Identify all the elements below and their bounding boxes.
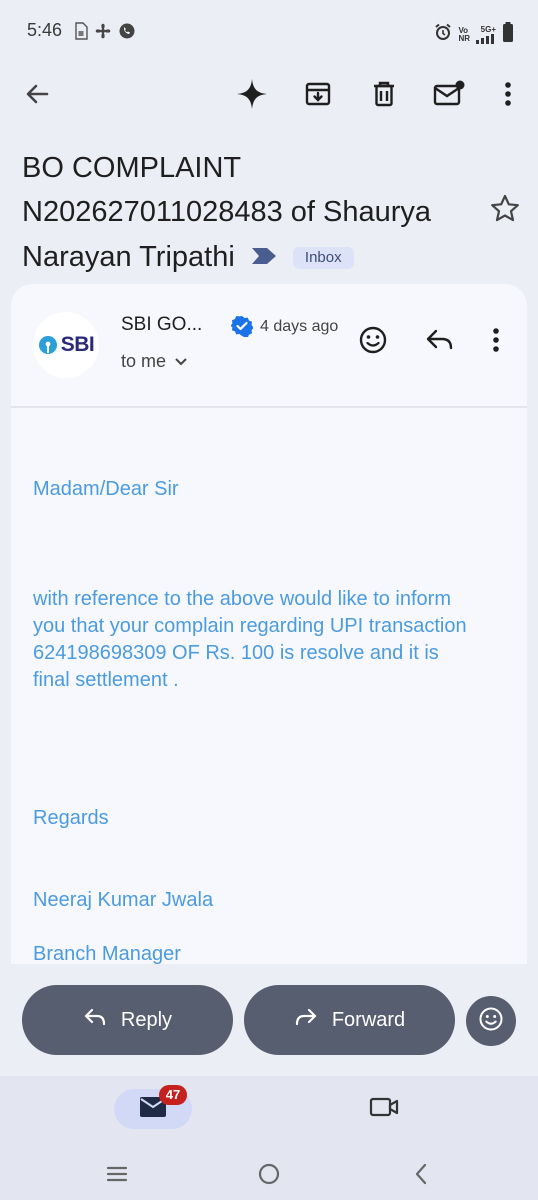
reply-icon[interactable] <box>422 322 458 358</box>
verified-badge-icon <box>230 315 254 338</box>
chevron-down-icon <box>174 351 188 372</box>
status-bar: 5:46 Vo NR 5G+ <box>0 0 538 64</box>
reply-button[interactable]: Reply <box>22 985 233 1055</box>
back-arrow-icon[interactable] <box>19 76 55 112</box>
sim-icon <box>74 22 88 45</box>
timestamp: 4 days ago <box>260 318 339 335</box>
message-header: SBI SBI GO... 4 days ago to me <box>11 284 527 408</box>
importance-marker-icon <box>251 234 277 278</box>
signer-name: Neeraj Kumar Jwala <box>33 889 214 911</box>
inbox-label-chip[interactable]: Inbox <box>292 247 354 269</box>
back-nav-icon[interactable] <box>405 1158 437 1190</box>
mark-unread-icon[interactable] <box>431 76 467 112</box>
sbi-logo: SBI <box>38 333 95 357</box>
recents-nav-icon[interactable] <box>101 1158 133 1190</box>
video-camera-icon <box>369 1096 399 1123</box>
emoji-icon <box>478 1006 504 1037</box>
sender-name[interactable]: SBI GO... <box>121 314 202 336</box>
bottom-nav: 47 <box>0 1076 538 1200</box>
avatar[interactable]: SBI <box>33 312 99 378</box>
star-icon[interactable] <box>488 192 522 226</box>
recipient-text: to me <box>121 351 167 371</box>
add-reaction-icon[interactable] <box>355 322 391 358</box>
vonr-icon: Vo NR <box>458 26 470 43</box>
forward-button-icon <box>294 1007 318 1033</box>
email-subject: BO COMPLAINT N202627011028483 of Shaurya… <box>22 146 472 279</box>
app-bar <box>0 64 538 124</box>
alarm-icon <box>434 23 452 46</box>
pinwheel-icon <box>94 22 112 45</box>
message-more-icon[interactable] <box>478 322 514 358</box>
tab-meet[interactable] <box>366 1093 402 1125</box>
network-label: 5G+ <box>480 24 496 34</box>
whatsapp-icon <box>118 22 136 45</box>
status-time: 5:46 <box>27 20 63 40</box>
reply-button-label: Reply <box>120 1008 173 1031</box>
forward-button-label: Forward <box>331 1008 406 1031</box>
more-vert-icon[interactable] <box>490 76 526 112</box>
battery-icon <box>502 22 514 47</box>
delete-icon[interactable] <box>366 76 402 112</box>
unread-count-badge: 47 <box>159 1085 187 1105</box>
body-regards: Regards <box>33 807 109 829</box>
5g-signal-icon: 5G+ <box>476 24 496 44</box>
sparkle-icon[interactable] <box>234 76 270 112</box>
message-card: SBI SBI GO... 4 days ago to me Madam/Dea… <box>11 284 527 964</box>
home-nav-icon[interactable] <box>253 1158 285 1190</box>
archive-icon[interactable] <box>300 76 336 112</box>
emoji-react-button[interactable] <box>466 996 516 1046</box>
body-paragraph: with reference to the above would like t… <box>33 588 467 691</box>
nr-label: NR <box>458 33 470 43</box>
avatar-text: SBI <box>60 333 95 356</box>
body-greeting: Madam/Dear Sir <box>33 478 179 500</box>
signer-title: Branch Manager <box>33 943 181 964</box>
reply-button-icon <box>83 1007 107 1033</box>
forward-button[interactable]: Forward <box>244 985 455 1055</box>
subject-text: BO COMPLAINT N202627011028483 of Shaurya… <box>22 152 432 273</box>
recipient-details-toggle[interactable]: to me <box>121 351 188 372</box>
